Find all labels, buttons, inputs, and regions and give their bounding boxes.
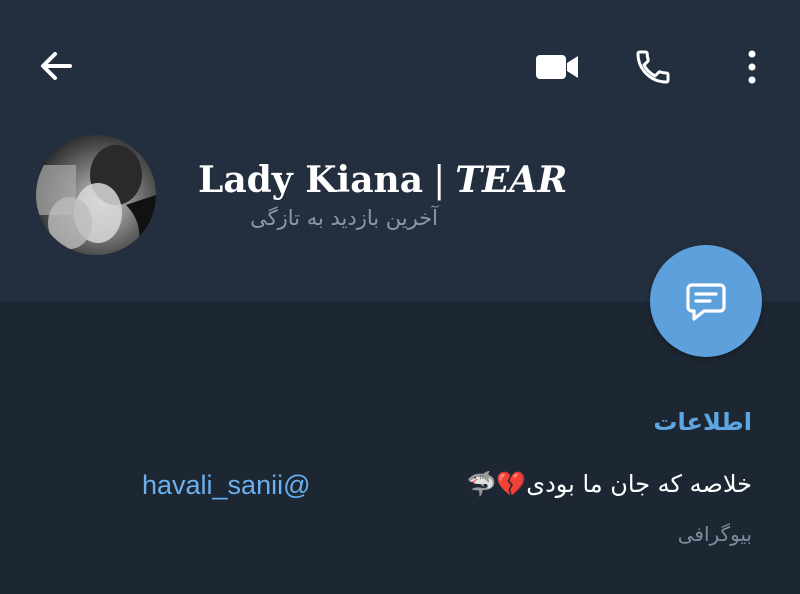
send-message-button[interactable] [650,245,762,357]
avatar[interactable] [36,135,156,255]
phone-icon [636,50,670,84]
call-button[interactable] [628,42,678,92]
arrow-left-icon [41,52,72,80]
profile-name-suffix: TEAR [455,159,568,201]
more-vertical-icon [748,50,756,84]
bio-caption: بیوگرافی [677,522,752,546]
bio-text: خلاصه که جان ما بودی💔🦈 [466,470,752,498]
username-link[interactable]: havali_sanii@ [142,470,311,501]
more-options-button[interactable] [732,42,772,92]
profile-photo-image [36,135,156,255]
message-icon [686,283,726,321]
back-button[interactable] [30,40,82,92]
profile-name: Lady Kiana | TEAR [198,152,620,208]
info-section-title: اطلاعات [653,408,752,436]
last-seen-status: آخرین بازدید به تازگی [250,206,438,230]
profile-name-text: Lady Kiana [198,159,424,201]
name-separator: | [433,160,446,201]
video-camera-icon [536,55,578,79]
video-call-button[interactable] [530,42,584,92]
